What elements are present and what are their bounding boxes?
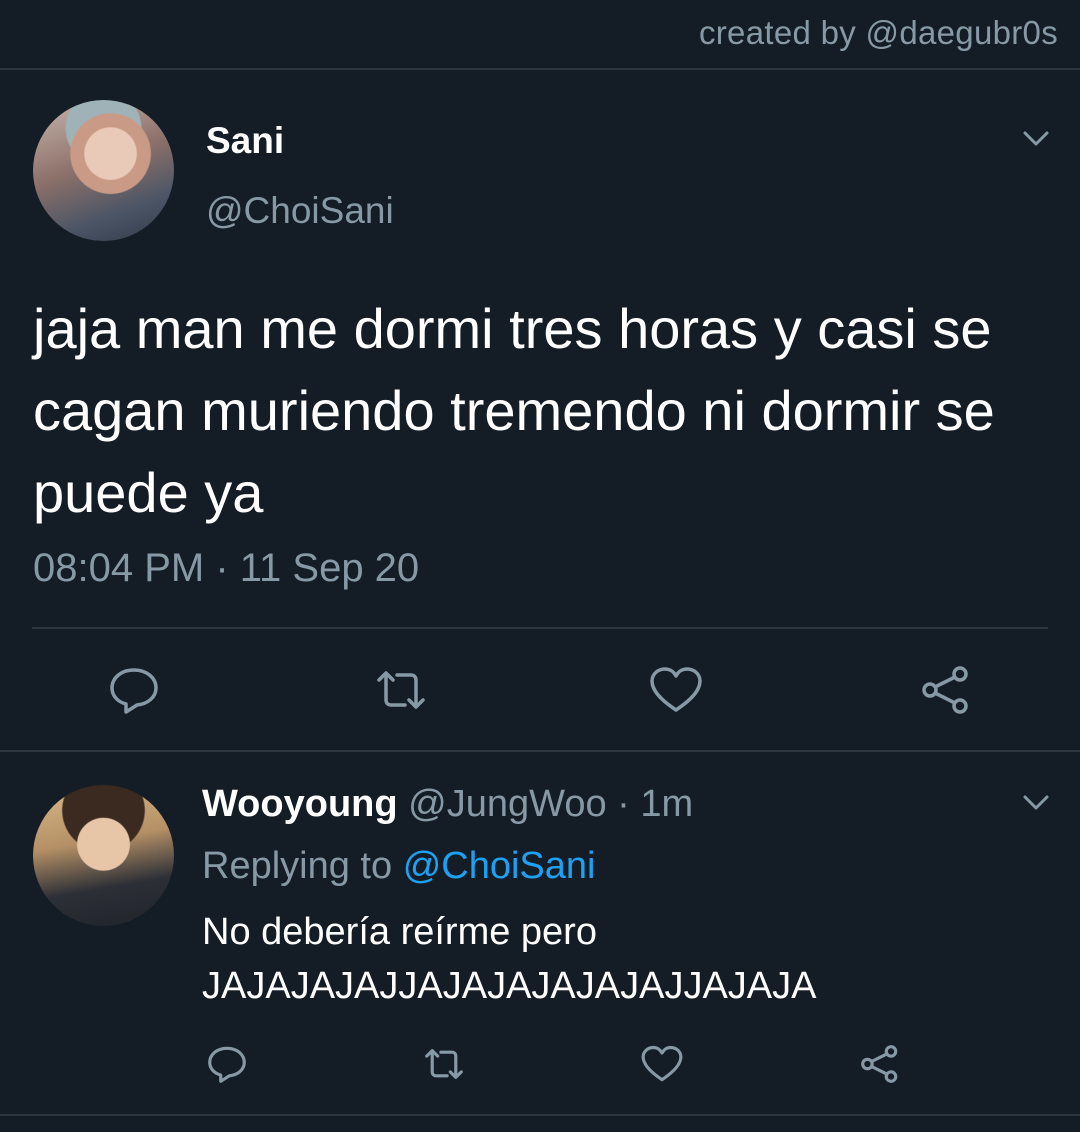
divider <box>0 68 1080 70</box>
reply-author-handle[interactable]: @JungWoo <box>408 783 606 825</box>
like-icon[interactable] <box>640 1042 684 1086</box>
divider <box>0 750 1080 752</box>
reply-author-name[interactable]: Wooyoung <box>202 783 398 825</box>
reply-icon[interactable] <box>106 662 162 718</box>
share-icon[interactable] <box>918 662 974 718</box>
reply-text-line: No debería reírme pero <box>202 911 597 953</box>
chevron-down-icon[interactable] <box>1022 788 1050 816</box>
reply-header: Wooyoung @JungWoo · 1m <box>202 783 693 826</box>
replying-label: Replying to <box>202 845 393 887</box>
tweet-timestamp[interactable]: 08:04 PM · 11 Sep 20 <box>33 546 419 591</box>
reply-text: No debería reírme pero JAJAJAJAJJAJAJAJA… <box>202 905 1062 1013</box>
credit-text: created by @daegubr0s <box>698 14 1058 51</box>
divider <box>32 627 1048 629</box>
reply-time: · 1m <box>617 783 694 825</box>
replying-to: Replying to @ChoiSani <box>202 845 595 888</box>
reply-text-line: JAJAJAJAJJAJAJAJAJAJAJJAJAJA <box>202 965 817 1007</box>
chevron-down-icon[interactable] <box>1022 124 1050 152</box>
avatar[interactable] <box>33 100 174 241</box>
divider <box>0 1114 1080 1116</box>
reply-icon[interactable] <box>205 1042 249 1086</box>
share-icon[interactable] <box>858 1042 902 1086</box>
retweet-icon[interactable] <box>422 1042 466 1086</box>
author-handle[interactable]: @ChoiSani <box>206 190 394 232</box>
avatar[interactable] <box>33 785 174 926</box>
retweet-icon[interactable] <box>373 662 429 718</box>
author-name[interactable]: Sani <box>206 120 284 162</box>
like-icon[interactable] <box>648 662 704 718</box>
tweet-text: jaja man me dormi tres horas y casi se c… <box>33 297 995 524</box>
mention-link[interactable]: @ChoiSani <box>403 845 596 887</box>
